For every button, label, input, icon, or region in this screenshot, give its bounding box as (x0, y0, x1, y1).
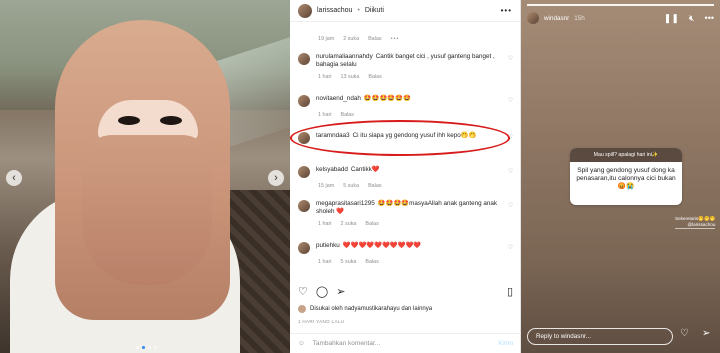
avatar[interactable] (298, 3, 312, 18)
comment-time: 1 hari (318, 74, 332, 80)
following-button[interactable]: Diikuti (365, 7, 384, 14)
avatar[interactable] (298, 305, 306, 313)
screenshot-composite: ‹ › larissachou • Diikuti ••• 19 jam 2 s… (0, 0, 720, 353)
post-header: larissachou • Diikuti ••• (290, 0, 520, 22)
story-progress-bar (527, 4, 714, 6)
bookmark-icon[interactable]: ▯ (507, 285, 513, 298)
heart-icon[interactable]: ♡ (508, 95, 513, 107)
comment-text: ❤️❤️❤️❤️❤️❤️❤️❤️❤️❤️ (342, 242, 422, 249)
heart-icon[interactable]: ♡ (508, 200, 513, 216)
mute-icon[interactable]: 🔇︎ (689, 13, 695, 24)
reply-button[interactable]: Balas (368, 182, 382, 190)
heart-icon[interactable]: ♡ (680, 328, 689, 339)
story-reply-input[interactable]: Reply to windasnr... (527, 328, 673, 345)
right-eye (160, 116, 182, 125)
avatar[interactable] (298, 242, 310, 254)
list-item: nurulamaliaannahdy Cantik banget cici , y… (298, 53, 513, 81)
heart-icon[interactable]: ♡ (508, 242, 513, 254)
emoji-icon[interactable]: ☺ (298, 340, 305, 347)
comment-text: Cantikk❤️ (350, 166, 380, 173)
comment-time: 1 hari (318, 221, 332, 227)
story-header: windasnr 15h ❚❚ 🔇︎ ••• (527, 12, 714, 24)
red-highlight-circle (290, 120, 510, 156)
comment-time: 1 hari (318, 112, 332, 118)
send-icon[interactable]: ➢ (702, 328, 710, 339)
comment-username[interactable]: kelsyabadd (316, 166, 348, 173)
heart-icon[interactable]: ♡ (508, 53, 513, 69)
avatar[interactable] (298, 200, 310, 212)
list-item: novitaend_ndah 🤩🤩🤩🤩🤩🤩 ♡ 1 hari Balas (298, 95, 513, 119)
comment-username[interactable]: novitaend_ndah (316, 95, 361, 102)
more-icon[interactable]: ••• (391, 36, 400, 42)
post-photo[interactable]: ‹ › (0, 0, 290, 353)
post-comment-button[interactable]: Kirim (498, 340, 513, 347)
more-options-icon[interactable]: ••• (705, 13, 714, 24)
comment-time: 15 jam (318, 183, 335, 189)
comment-likes[interactable]: 5 suka (343, 182, 359, 190)
post-time-ago: 1 HARI YANG LALU (298, 319, 345, 324)
top-comment-meta: 19 jam 2 suka Balas ••• (318, 36, 399, 42)
question-answer: Spil yang gendong yusuf dong ka penasara… (576, 167, 676, 190)
comment-likes[interactable]: 13 suka (341, 73, 360, 81)
avatar[interactable] (298, 53, 310, 65)
question-sticker: Mau spill? apalagi hari ini✨ Spil yang g… (570, 148, 682, 205)
previous-arrow-icon[interactable]: ‹ (6, 170, 22, 186)
story-actions: ♡ ➢ (680, 328, 710, 339)
liked-by-text[interactable]: Disukai oleh nadyamustikarahayu dan lain… (310, 306, 432, 312)
post-username[interactable]: larissachou (317, 7, 352, 14)
pause-icon[interactable]: ❚❚ (664, 13, 679, 24)
avatar[interactable] (527, 12, 539, 24)
post-actions: ♡ ◯ ➢ ▯ (298, 285, 513, 298)
liked-by: Disukai oleh nadyamustikarahayu dan lain… (298, 305, 432, 313)
avatar[interactable] (298, 166, 310, 178)
like-heart-icon[interactable]: ♡ (298, 285, 308, 298)
comment-username[interactable]: nurulamaliaannahdy (316, 53, 373, 60)
comment-bubble-icon[interactable]: ◯ (316, 285, 328, 298)
comment-username[interactable]: megaprasitasari1295 (316, 200, 375, 207)
more-options-icon[interactable]: ••• (501, 6, 512, 15)
story-time: 15h (574, 14, 585, 22)
add-comment-bar: ☺ Tambahkan komentar... Kirim (290, 333, 521, 353)
comment-likes[interactable]: 2 suka (343, 36, 359, 42)
list-item: putiehku ❤️❤️❤️❤️❤️❤️❤️❤️❤️❤️ ♡ 1 hari 5 … (298, 242, 513, 266)
carousel-dots (136, 346, 157, 349)
avatar[interactable] (298, 95, 310, 107)
separator: • (357, 7, 360, 14)
comment-likes[interactable]: 5 suka (341, 258, 357, 266)
comment-text: 🤩🤩🤩🤩🤩🤩 (363, 95, 411, 102)
list-item: kelsyabadd Cantikk❤️ ♡ 15 jam 5 suka Bala… (298, 166, 513, 190)
question-prompt: Mau spill? apalagi hari ini✨ (570, 148, 682, 162)
story-username[interactable]: windasnr (544, 15, 569, 22)
comment-input[interactable]: Tambahkan komentar... (313, 340, 381, 347)
reply-button[interactable]: Balas (365, 220, 379, 228)
reply-button[interactable]: Balas (365, 258, 379, 266)
face-veil (82, 135, 212, 285)
reply-button[interactable]: Balas (341, 111, 355, 119)
share-send-icon[interactable]: ➢ (336, 285, 345, 298)
comment-time: 1 hari (318, 259, 332, 265)
heart-icon[interactable]: ♡ (508, 166, 513, 178)
story-caption: Sekeretaris🤭🤭🤭 @larissachou (675, 216, 716, 229)
face (98, 100, 198, 140)
reply-button[interactable]: Balas (368, 73, 382, 81)
comment-time: 19 jam (318, 36, 335, 42)
left-eye (118, 116, 140, 125)
mention-link[interactable]: @larissachou (675, 222, 716, 229)
next-arrow-icon[interactable]: › (268, 170, 284, 186)
comment-likes[interactable]: 2 suka (341, 220, 357, 228)
list-item: megaprasitasari1295 🤩🤩🤩🤩masyaAllah anak g… (298, 200, 513, 228)
comment-username[interactable]: putiehku (316, 242, 340, 249)
reply-button[interactable]: Balas (368, 36, 382, 42)
